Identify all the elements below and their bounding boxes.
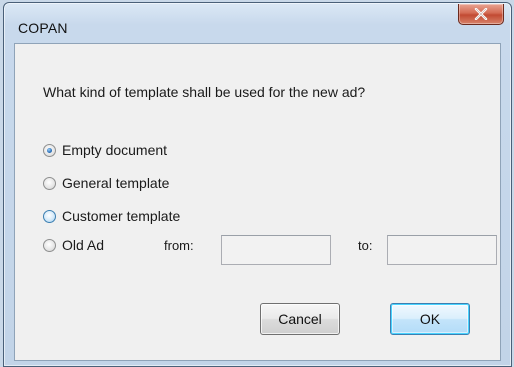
option-label: Customer template xyxy=(62,208,181,224)
option-old-ad[interactable]: Old Ad xyxy=(43,235,104,255)
title-bar[interactable]: COPAN xyxy=(4,3,511,43)
option-empty-document[interactable]: Empty document xyxy=(43,140,167,160)
cancel-button[interactable]: Cancel xyxy=(260,303,340,335)
option-general-template[interactable]: General template xyxy=(43,173,169,193)
option-label: Empty document xyxy=(62,142,168,158)
radio-general-template[interactable] xyxy=(43,176,56,190)
from-label: from: xyxy=(164,238,194,253)
ok-button[interactable]: OK xyxy=(390,303,470,335)
radio-customer-template[interactable] xyxy=(43,209,56,223)
to-field[interactable] xyxy=(387,235,497,265)
dialog-window: COPAN What kind of template shall be use… xyxy=(3,2,512,367)
option-label: Old Ad xyxy=(62,237,105,253)
close-button[interactable] xyxy=(458,4,504,25)
radio-old-ad[interactable] xyxy=(43,238,56,252)
to-label: to: xyxy=(358,238,373,253)
window-title: COPAN xyxy=(18,20,68,36)
option-customer-template[interactable]: Customer template xyxy=(43,206,180,226)
from-field[interactable] xyxy=(221,235,331,265)
radio-empty-document[interactable] xyxy=(43,143,56,157)
close-icon xyxy=(474,8,488,20)
option-label: General template xyxy=(62,175,170,191)
dialog-body: What kind of template shall be used for … xyxy=(14,43,501,361)
question-text: What kind of template shall be used for … xyxy=(43,84,366,100)
